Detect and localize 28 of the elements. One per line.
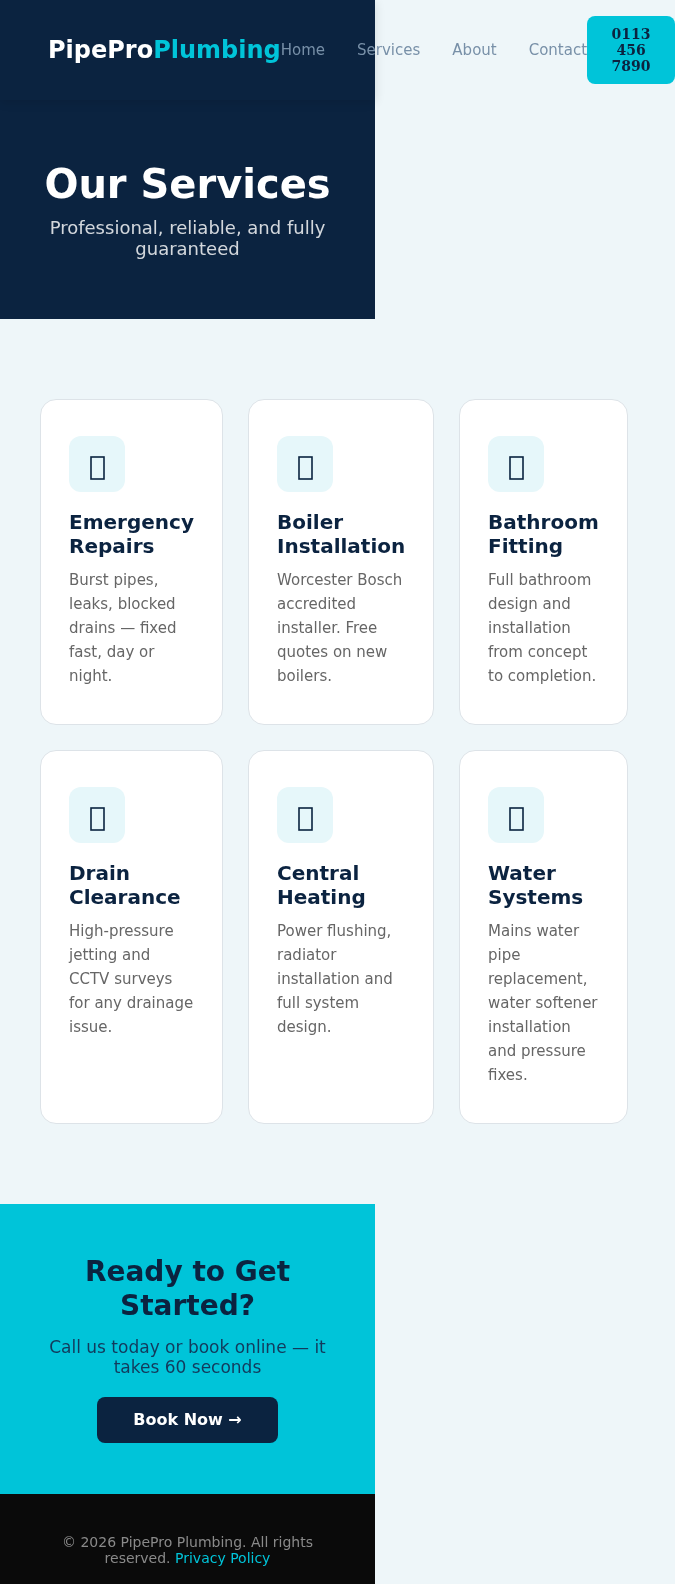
logo[interactable]: PipeProPlumbing [48, 36, 281, 64]
service-title: Boiler Installation [277, 510, 406, 558]
missing-glyph-icon [277, 787, 333, 843]
service-title: Emergency Repairs [69, 510, 194, 558]
service-title: Drain Clearance [69, 861, 182, 909]
service-title: Water Systems [488, 861, 585, 909]
service-title: Bathroom Fitting [488, 510, 599, 558]
hero-title: Our Services [43, 160, 332, 208]
missing-glyph-icon [488, 787, 544, 843]
service-title: Central Heating [277, 861, 367, 909]
service-description: Power flushing, radiator installation and full system design. [277, 921, 394, 1038]
missing-glyph-icon [69, 787, 125, 843]
cta-subtitle: Call us today or book online — it takes 60 seconds [48, 1337, 327, 1377]
nav-link[interactable]: Home [280, 41, 326, 59]
hero-subtitle: Professional, reliable, and fully guaranteed [48, 217, 327, 259]
missing-glyph-icon [488, 436, 544, 492]
copyright-text: © 2026 PipePro Plumbing. All rights reserved. Privacy Policy [61, 1534, 314, 1566]
phone-button[interactable]: 0113 456 7890 [587, 16, 675, 84]
missing-glyph-icon [69, 436, 125, 492]
service-description: Worcester Bosch accredited installer. Free quotes on new boilers. [277, 570, 404, 687]
missing-glyph-icon [277, 436, 333, 492]
service-description: Burst pipes, leaks, blocked drains — fixed fast, day or night. [69, 570, 178, 687]
service-description: Full bathroom design and installation from concept to completion. [488, 570, 598, 687]
book-now-button[interactable]: Book Now → [97, 1397, 278, 1443]
service-description: High-pressure jetting and CCTV surveys for any drainage issue. [69, 921, 194, 1038]
service-description: Mains water pipe replacement, water softener installation and pressure fixes. [488, 921, 599, 1086]
privacy-policy-link[interactable]: Privacy Policy [175, 1550, 271, 1566]
cta-title: Ready to Get Started? [83, 1255, 292, 1323]
